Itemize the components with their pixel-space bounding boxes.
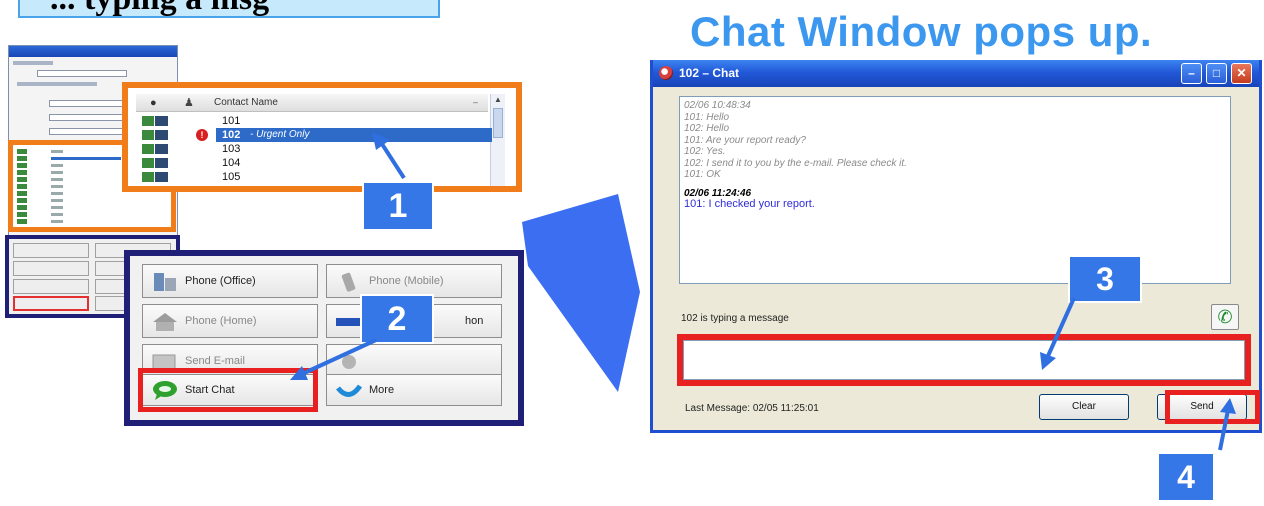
annotation-arrows bbox=[290, 132, 1236, 451]
pointer-arrow-1 bbox=[372, 132, 406, 180]
big-flow-arrow bbox=[522, 194, 640, 392]
pointer-arrow-4 bbox=[1218, 398, 1236, 451]
pointer-arrow-2 bbox=[290, 338, 377, 380]
pointer-arrow-3 bbox=[1040, 297, 1076, 370]
